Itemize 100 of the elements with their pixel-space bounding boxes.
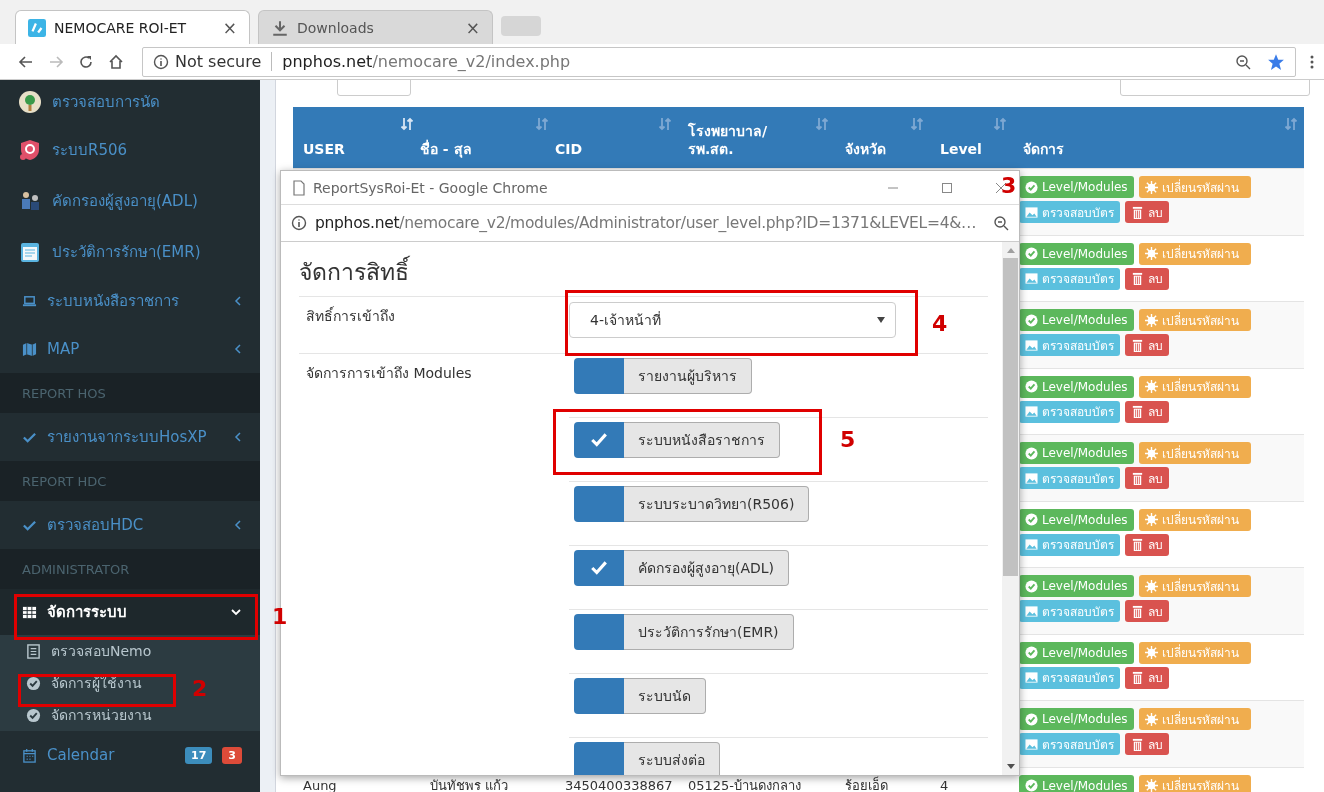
- level-modules-button[interactable]: Level/Modules: [1019, 508, 1134, 531]
- sidebar-section-header: ADMINISTRATOR: [0, 549, 260, 589]
- forward-icon[interactable]: [48, 53, 64, 70]
- column-header[interactable]: โรงพยาบาล/ รพ.สต.: [678, 107, 835, 168]
- module-checkbox[interactable]: [574, 422, 624, 458]
- module-toggle-button[interactable]: ระบบส่งต่อ: [624, 742, 720, 775]
- sidebar-item[interactable]: ตรวจสอบการนัด: [0, 80, 260, 124]
- sort-icon[interactable]: [910, 117, 924, 131]
- address-field[interactable]: Not secure pnphos.net/nemocare_v2/index.php: [142, 46, 1296, 77]
- module-toggle-button[interactable]: ระบบนัด: [624, 678, 706, 714]
- sun-icon: [1144, 247, 1158, 260]
- sun-icon: [1144, 380, 1158, 393]
- info-icon: [153, 53, 169, 70]
- image-icon: [1025, 538, 1038, 551]
- module-checkbox[interactable]: [574, 678, 624, 714]
- module-checkbox[interactable]: [574, 486, 624, 522]
- check-card-button[interactable]: ตรวจสอบบัตร: [1019, 201, 1120, 223]
- column-header[interactable]: Level: [930, 107, 1013, 168]
- column-header[interactable]: ชื่อ - สุล: [420, 107, 555, 168]
- column-header[interactable]: จังหวัด: [835, 107, 930, 168]
- sidebar-item[interactable]: Calendar 17 3: [0, 731, 260, 779]
- module-toggle-button[interactable]: ระบบระบาดวิทยา(R506): [624, 486, 810, 522]
- window-title: ReportSysRoi-Et - Google Chrome: [313, 179, 549, 196]
- sort-icon[interactable]: [815, 117, 829, 131]
- delete-button[interactable]: ลบ: [1125, 666, 1169, 689]
- check-card-button[interactable]: ตรวจสอบบัตร: [1019, 400, 1120, 423]
- delete-button[interactable]: ลบ: [1125, 467, 1169, 489]
- sidebar-item[interactable]: รายงานจากระบบHosXP: [0, 413, 260, 461]
- module-checkbox[interactable]: [574, 614, 624, 650]
- level-modules-button[interactable]: Level/Modules: [1019, 774, 1134, 792]
- check-card-button[interactable]: ตรวจสอบบัตร: [1019, 267, 1120, 290]
- level-modules-button[interactable]: Level/Modules: [1019, 708, 1134, 730]
- menu-label: รายงานจากระบบHosXP: [47, 427, 208, 448]
- level-modules-button[interactable]: Level/Modules: [1019, 641, 1134, 664]
- check-card-button[interactable]: ตรวจสอบบัตร: [1019, 334, 1120, 356]
- close-icon[interactable]: ×: [465, 17, 480, 38]
- sort-icon[interactable]: [535, 117, 549, 131]
- delete-button[interactable]: ลบ: [1125, 600, 1169, 622]
- access-level-select[interactable]: 4-เจ้าหน้าที่: [569, 302, 896, 338]
- delete-button[interactable]: ลบ: [1125, 334, 1169, 356]
- sidebar-item[interactable]: จัดการระบบ: [0, 589, 260, 635]
- scrollbar[interactable]: [1002, 242, 1019, 775]
- scroll-up-icon[interactable]: [1006, 247, 1015, 253]
- reload-icon[interactable]: [78, 53, 94, 70]
- sidebar-item[interactable]: ระบบหนังสือราชการ: [0, 277, 260, 325]
- zoom-icon[interactable]: [993, 215, 1009, 231]
- menu-label: Calendar: [47, 746, 116, 764]
- delete-button[interactable]: ลบ: [1125, 267, 1169, 290]
- check-card-button[interactable]: ตรวจสอบบัตร: [1019, 666, 1120, 689]
- delete-button[interactable]: ลบ: [1125, 400, 1169, 423]
- browser-tab[interactable]: NEMOCARE ROI-ET ×: [15, 10, 250, 44]
- check-card-button[interactable]: ตรวจสอบบัตร: [1019, 733, 1120, 755]
- zoom-icon[interactable]: [1235, 53, 1251, 70]
- level-modules-button[interactable]: Level/Modules: [1019, 442, 1134, 464]
- module-checkbox[interactable]: [574, 358, 624, 394]
- module-checkbox[interactable]: [574, 550, 624, 586]
- scroll-down-icon[interactable]: [1006, 764, 1015, 770]
- sort-icon[interactable]: [658, 117, 672, 131]
- delete-button[interactable]: ลบ: [1125, 733, 1169, 755]
- delete-button[interactable]: ลบ: [1125, 201, 1169, 223]
- url-text: pnphos.net/nemocare_v2/modules/Administrator/user_level.php?ID=1371&LEVEL=4&…: [315, 214, 978, 232]
- column-header[interactable]: จัดการ: [1013, 107, 1304, 168]
- trash-icon: [1131, 205, 1144, 219]
- table-cell-text: 05125-บ้านดงกลาง: [687, 777, 803, 792]
- sidebar-item[interactable]: ระบบR506: [0, 124, 260, 175]
- sort-icon[interactable]: [1284, 117, 1298, 131]
- home-icon[interactable]: [108, 53, 124, 70]
- submenu-item[interactable]: จัดการหน่วยงาน: [0, 699, 260, 731]
- sort-descending-icon[interactable]: [400, 117, 414, 131]
- maximize-icon[interactable]: [941, 181, 953, 194]
- module-toggle-button[interactable]: รายงานผู้บริหาร: [624, 358, 752, 394]
- column-header[interactable]: CID: [555, 107, 678, 168]
- sun-icon: [1144, 646, 1158, 659]
- level-modules-button[interactable]: Level/Modules: [1019, 375, 1134, 398]
- delete-button[interactable]: ลบ: [1125, 533, 1169, 556]
- sidebar-item[interactable]: MAP: [0, 325, 260, 373]
- sidebar-item[interactable]: ตรวจสอบHDC: [0, 501, 260, 549]
- count-badge: 17: [185, 746, 213, 764]
- module-toggle-button[interactable]: คัดกรองผู้สูงอายุ(ADL): [624, 550, 790, 586]
- module-toggle-button[interactable]: ระบบหนังสือราชการ: [624, 422, 780, 458]
- back-icon[interactable]: [18, 53, 34, 70]
- module-toggle-button[interactable]: ประวัติการรักษา(EMR): [624, 614, 794, 650]
- check-card-button[interactable]: ตรวจสอบบัตร: [1019, 533, 1120, 556]
- close-icon[interactable]: ×: [222, 17, 237, 38]
- check-card-button[interactable]: ตรวจสอบบัตร: [1019, 600, 1120, 622]
- level-modules-button[interactable]: Level/Modules: [1019, 242, 1134, 265]
- level-modules-button[interactable]: Level/Modules: [1019, 176, 1134, 198]
- star-icon[interactable]: [1267, 52, 1285, 71]
- trash-icon: [1131, 604, 1144, 618]
- sort-icon[interactable]: [993, 117, 1007, 131]
- menu-icon[interactable]: [1310, 53, 1314, 70]
- new-tab-button[interactable]: [501, 16, 541, 36]
- sidebar-item[interactable]: ประวัติการรักษา(EMR): [0, 226, 260, 277]
- module-checkbox[interactable]: [574, 742, 624, 775]
- level-modules-button[interactable]: Level/Modules: [1019, 309, 1134, 331]
- sidebar-item[interactable]: คัดกรองผู้สูงอายุ(ADL): [0, 175, 260, 226]
- level-modules-button[interactable]: Level/Modules: [1019, 575, 1134, 597]
- check-card-button[interactable]: ตรวจสอบบัตร: [1019, 467, 1120, 489]
- browser-tab[interactable]: Downloads ×: [258, 10, 493, 44]
- column-header[interactable]: USER: [293, 107, 420, 168]
